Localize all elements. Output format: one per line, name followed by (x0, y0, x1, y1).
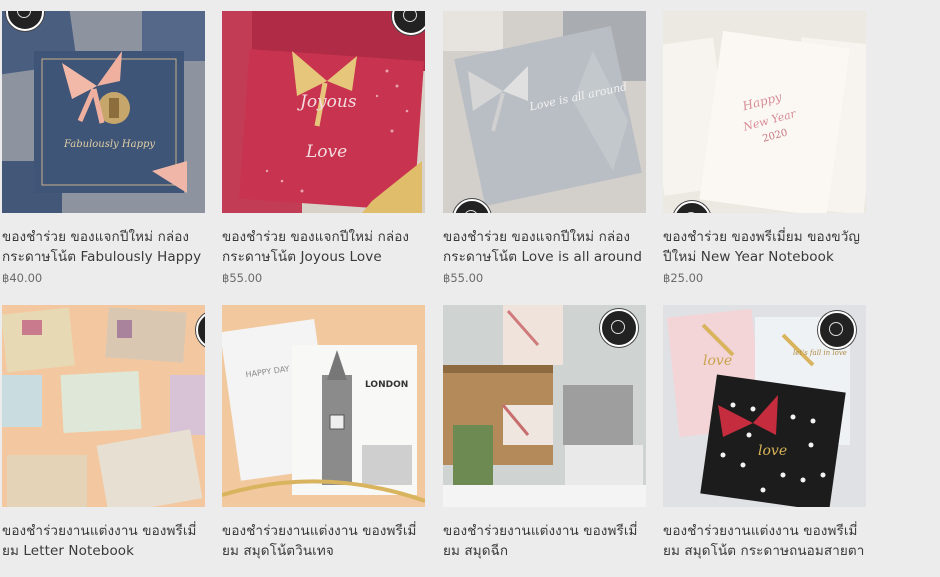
product-image[interactable]: Love is all around (443, 11, 646, 213)
image-caption: Joyous (297, 92, 357, 112)
image-caption: love (703, 353, 732, 369)
product-title[interactable]: ของชำร่วย ของแจกปีใหม่ กล่องกระดาษโน้ต L… (443, 227, 646, 267)
product-image[interactable]: HAPPY DAY LONDON (222, 305, 425, 507)
product-card[interactable]: ของชำร่วยงานแต่งงาน ของพรีเมี่ยม Letter … (2, 305, 205, 561)
product-title[interactable]: ของชำร่วย ของแจกปีใหม่ กล่องกระดาษโน้ต F… (2, 227, 205, 267)
image-caption: Fabulously Happy (63, 139, 155, 150)
product-card[interactable]: Love is all around ของชำร่วย ของแจกปีใหม… (443, 11, 646, 285)
product-title[interactable]: ของชำร่วยงานแต่งงาน ของพรีเมี่ยม สมุดโน้… (222, 521, 425, 561)
product-card[interactable]: HAPPY DAY LONDON ของชำร่วยงานแต่งงาน ของ… (222, 305, 425, 561)
image-caption: LONDON (365, 380, 408, 390)
product-price: ฿25.00 (663, 271, 704, 285)
product-card[interactable]: love let's fall in love love ของชำร่วยงา… (663, 305, 866, 561)
product-image[interactable]: Fabulously Happy (2, 11, 205, 213)
product-price: ฿55.00 (222, 271, 263, 285)
product-price: ฿40.00 (2, 271, 43, 285)
image-caption: love (758, 443, 787, 459)
product-card[interactable]: ของชำร่วยงานแต่งงาน ของพรีเมี่ยม สมุดฉีก (443, 305, 646, 561)
product-card[interactable]: Fabulously Happy ของชำร่วย ของแจกปีใหม่ … (2, 11, 205, 285)
product-image[interactable] (443, 305, 646, 507)
product-image[interactable]: Joyous Love (222, 11, 425, 213)
product-price: ฿55.00 (443, 271, 484, 285)
product-title[interactable]: ของชำร่วยงานแต่งงาน ของพรีเมี่ยม Letter … (2, 521, 205, 561)
product-title[interactable]: ของชำร่วยงานแต่งงาน ของพรีเมี่ยม สมุดฉีก (443, 521, 646, 561)
product-card[interactable]: Joyous Love ของชำร่วย ของแจกปีใหม่ กล่อง… (222, 11, 425, 285)
image-caption: Love (305, 142, 347, 162)
image-caption: let's fall in love (793, 349, 847, 357)
brand-logo-icon (818, 311, 856, 349)
product-title[interactable]: ของชำร่วย ของพรีเมี่ยม ของขวัญปีใหม่ New… (663, 227, 866, 267)
brand-logo-icon (600, 309, 638, 347)
product-card[interactable]: Happy New Year 2020 ของชำร่วย ของพรีเมี่… (663, 11, 866, 285)
product-image[interactable] (2, 305, 205, 507)
product-title[interactable]: ของชำร่วยงานแต่งงาน ของพรีเมี่ยม สมุดโน้… (663, 521, 866, 561)
product-image[interactable]: love let's fall in love love (663, 305, 866, 507)
product-title[interactable]: ของชำร่วย ของแจกปีใหม่ กล่องกระดาษโน้ต J… (222, 227, 425, 267)
product-image[interactable]: Happy New Year 2020 (663, 11, 866, 213)
